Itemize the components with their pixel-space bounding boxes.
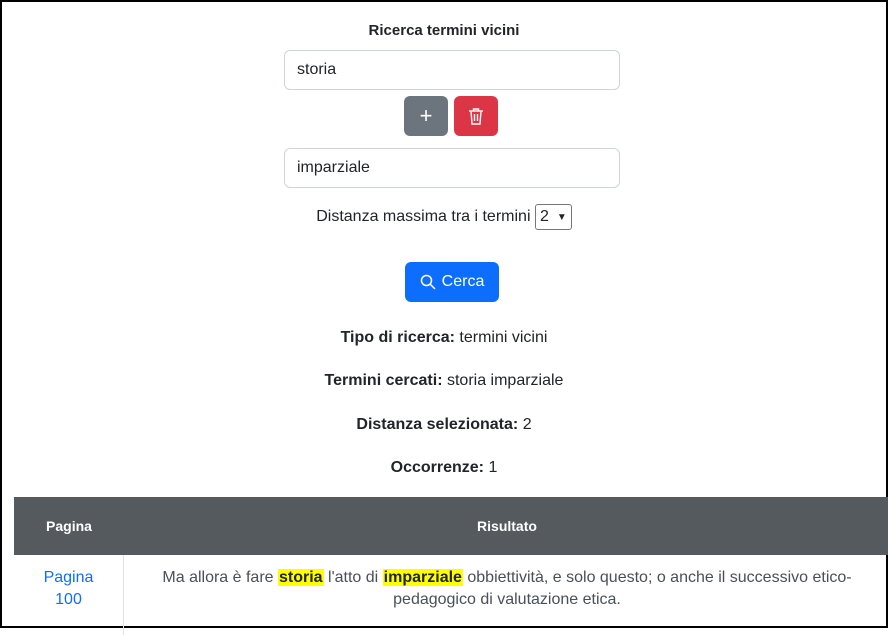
searched-terms-info: Termini cercati: storia imparziale — [2, 372, 886, 390]
plus-icon: + — [419, 103, 433, 128]
searched-terms-value: storia imparziale — [446, 372, 564, 389]
search-type-value: termini vicini — [459, 329, 548, 346]
search-button-label: Cerca — [441, 273, 485, 290]
column-header-page: Pagina — [46, 518, 92, 534]
result-text-before: Ma allora è fare — [162, 569, 278, 586]
results-table: Pagina Risultato Pagina 100 Ma allora è … — [14, 497, 888, 635]
search-type-label: Tipo di ricerca: — [340, 329, 455, 346]
distance-select[interactable]: 2 ▼ — [534, 204, 572, 230]
result-text: Ma allora è fare storia l'atto di imparz… — [124, 555, 888, 635]
add-term-button[interactable]: + — [404, 96, 448, 136]
selected-distance-label: Distanza selezionata: — [356, 416, 519, 433]
selected-distance-info: Distanza selezionata: 2 — [2, 416, 886, 434]
delete-term-button[interactable] — [454, 96, 498, 136]
occurrences-label: Occorrenze: — [390, 459, 484, 476]
term1-input[interactable]: storia — [284, 50, 620, 90]
page-link-number: 100 — [55, 591, 82, 608]
distance-select-value: 2 — [539, 208, 549, 225]
result-text-mid: l'atto di — [323, 569, 383, 586]
searched-terms-label: Termini cercati: — [324, 372, 443, 389]
occurrences-value: 1 — [488, 459, 498, 476]
distance-label: Distanza massima tra i termini — [316, 208, 531, 226]
term2-input[interactable]: imparziale — [284, 148, 620, 188]
distance-row: Distanza massima tra i termini 2 ▼ — [2, 204, 886, 230]
highlight-term: storia — [278, 569, 324, 586]
search-type-info: Tipo di ricerca: termini vicini — [2, 329, 886, 347]
search-button[interactable]: Cerca — [405, 262, 499, 302]
page-title: Ricerca termini vicini — [368, 22, 520, 39]
highlight-term: imparziale — [382, 569, 463, 586]
table-header: Pagina Risultato — [14, 497, 888, 555]
table-row: Pagina 100 Ma allora è fare storia l'att… — [14, 555, 888, 635]
chevron-down-icon: ▼ — [556, 211, 567, 223]
page-link[interactable]: Pagina 100 — [14, 555, 124, 635]
trash-icon — [469, 108, 483, 125]
occurrences-info: Occorrenze: 1 — [2, 459, 886, 477]
search-icon — [420, 274, 436, 290]
column-header-result: Risultato — [477, 518, 537, 534]
selected-distance-value: 2 — [522, 416, 532, 433]
page-link-label: Pagina — [43, 569, 94, 586]
